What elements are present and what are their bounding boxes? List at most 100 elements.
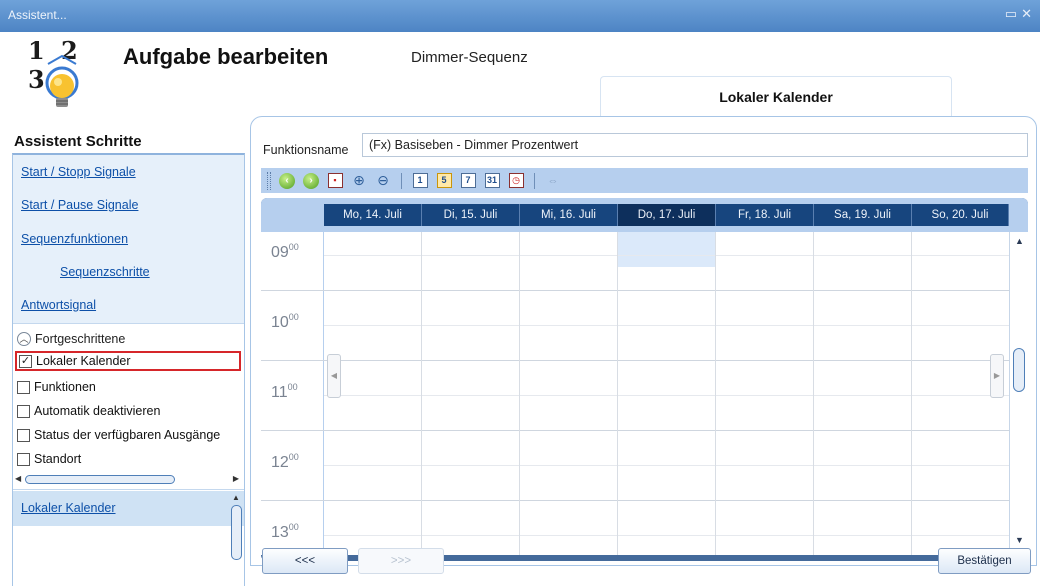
option-label: Funktionen (34, 380, 96, 394)
work-week-view-icon[interactable]: 5 (434, 171, 454, 191)
option-standort[interactable]: Standort (17, 449, 81, 469)
week-view-icon[interactable]: 7 (458, 171, 478, 191)
today-icon[interactable]: ▪ (325, 171, 345, 191)
step-antwortsignal[interactable]: Antwortsignal (21, 298, 96, 312)
sidebar-panel: Start / Stopp Signale Start / Pause Sign… (12, 153, 245, 586)
day-column-divider (813, 232, 814, 555)
day-header[interactable]: Fr, 18. Juli (716, 204, 814, 226)
window-controls: ▭✕ (1005, 6, 1036, 22)
scroll-left-icon[interactable]: ◀ (15, 474, 21, 483)
step-start-stopp[interactable]: Start / Stopp Signale (21, 165, 136, 179)
scroll-right-icon[interactable]: ▶ (233, 474, 239, 483)
timeline-view-icon[interactable]: ◷ (506, 171, 526, 191)
day-header[interactable]: Mo, 14. Juli (324, 204, 422, 226)
function-name-field[interactable] (362, 133, 1028, 157)
scroll-down-icon[interactable]: ▼ (1015, 535, 1024, 545)
hour-label: 1300 (271, 522, 299, 541)
calendar-vertical-scrollbar[interactable]: ▲ ▼ (1009, 232, 1028, 555)
scroll-thumb[interactable] (1013, 348, 1025, 392)
confirm-button[interactable]: Bestätigen (938, 548, 1031, 574)
scroll-up-icon[interactable]: ▲ (1015, 236, 1024, 246)
day-header[interactable]: Mi, 16. Juli (520, 204, 618, 226)
calendar-toolbar: ‹ › ▪ ⊕ ⊖ 1 5 7 31 ◷ ⇔ (261, 168, 1028, 193)
content-panel: Funktionsname ‹ › ▪ ⊕ ⊖ 1 5 7 31 ◷ ⇔ Mo,… (250, 116, 1037, 566)
step-sequenzschritte[interactable]: Sequenzschritte (60, 265, 150, 279)
sidebar-vertical-scrollbar[interactable]: ▲ ▼ (231, 491, 243, 586)
sidebar-title: Assistent Schritte (14, 133, 142, 150)
step-sequenzfunktionen[interactable]: Sequenzfunktionen (21, 232, 128, 246)
calendar-header: Mo, 14. Juli Di, 15. Juli Mi, 16. Juli Do, … (261, 198, 1028, 232)
scroll-up-icon[interactable]: ▲ (232, 493, 240, 502)
day-column-divider (421, 232, 422, 555)
calendar-view: Mo, 14. Juli Di, 15. Juli Mi, 16. Juli Do, … (261, 198, 1028, 561)
forward-icon[interactable]: › (301, 171, 321, 191)
scroll-thumb[interactable] (25, 475, 175, 484)
time-slot-line (324, 290, 1009, 291)
day-header[interactable]: So, 20. Juli (912, 204, 1009, 226)
day-header-row: Mo, 14. Juli Di, 15. Juli Mi, 16. Juli Do, … (324, 204, 1009, 226)
scroll-thumb[interactable] (231, 505, 242, 560)
day-header[interactable]: Di, 15. Juli (422, 204, 520, 226)
advanced-label: Fortgeschrittene (35, 332, 126, 346)
close-icon[interactable]: ✕ (1021, 6, 1036, 21)
day-column-divider (911, 232, 912, 555)
day-header[interactable]: Sa, 19. Juli (814, 204, 912, 226)
time-column: 0900 1000 1100 1200 1300 (261, 232, 324, 555)
time-slot-line (324, 500, 1009, 501)
page-subtitle: Dimmer-Sequenz (411, 49, 528, 66)
option-funktionen[interactable]: Funktionen (17, 377, 96, 397)
checkbox[interactable] (17, 404, 30, 418)
option-label: Automatik deaktivieren (34, 404, 161, 418)
advanced-header[interactable]: ︿ Fortgeschrittene (17, 330, 125, 348)
time-slot-line (324, 395, 1009, 396)
back-icon[interactable]: ‹ (277, 171, 297, 191)
step-start-pause[interactable]: Start / Pause Signale (21, 198, 138, 212)
time-slot-line (324, 535, 1009, 536)
day-header[interactable]: Do, 17. Juli (618, 204, 716, 226)
function-name-label: Funktionsname (263, 143, 349, 157)
zoom-out-icon[interactable]: ⊖ (373, 171, 393, 191)
page-title: Aufgabe bearbeiten (123, 44, 329, 69)
time-slot-line (324, 360, 1009, 361)
hour-divider (261, 430, 324, 431)
checkbox[interactable] (17, 452, 30, 466)
option-label: Status der verfügbaren Ausgänge (34, 428, 221, 442)
lightbulb-icon (45, 54, 79, 107)
time-slot-line (324, 325, 1009, 326)
checkbox[interactable] (17, 428, 30, 442)
next-appointment-icon[interactable]: ▶ (990, 354, 1004, 398)
window-titlebar: Assistent... ▭✕ (0, 0, 1040, 32)
time-slot-line (324, 465, 1009, 466)
today-slot[interactable] (618, 232, 716, 267)
next-button[interactable]: >>> (358, 548, 444, 574)
option-automatik-deaktivieren[interactable]: Automatik deaktivieren (17, 401, 160, 421)
option-label: Standort (34, 452, 82, 466)
day-column-divider (715, 232, 716, 555)
hour-divider (261, 500, 324, 501)
toolbar-grip (267, 171, 271, 190)
day-column-divider (617, 232, 618, 555)
tab-lokaler-kalender[interactable]: Lokaler Kalender (600, 76, 952, 116)
day-view-icon[interactable]: 1 (410, 171, 430, 191)
hour-divider (261, 360, 324, 361)
month-view-icon[interactable]: 31 (482, 171, 502, 191)
expand-icon[interactable]: ⇔ (543, 171, 563, 191)
maximize-icon[interactable]: ▭ (1005, 6, 1021, 21)
checkbox[interactable] (17, 380, 30, 394)
time-slot-grid[interactable] (324, 232, 1009, 555)
zoom-in-icon[interactable]: ⊕ (349, 171, 369, 191)
time-slot-line (324, 255, 1009, 256)
collapse-icon[interactable]: ︿ (17, 332, 31, 346)
calendar-body: 0900 1000 1100 1200 1300 ◀ ▶ (261, 232, 1009, 555)
horizontal-scrollbar[interactable]: ◀ ▶ (15, 474, 241, 486)
previous-appointment-icon[interactable]: ◀ (327, 354, 341, 398)
checkbox-checked[interactable]: ✓ (19, 354, 32, 368)
advanced-section: ︿ Fortgeschrittene ✓ Lokaler Kalender Fu… (13, 323, 244, 490)
back-button[interactable]: <<< (262, 548, 348, 574)
option-lokaler-kalender[interactable]: ✓ Lokaler Kalender (15, 351, 241, 371)
link-lokaler-kalender[interactable]: Lokaler Kalender (21, 501, 116, 515)
option-status-ausgaenge[interactable]: Status der verfügbaren Ausgänge (17, 425, 220, 445)
hour-label: 1100 (271, 382, 298, 401)
time-slot-line (324, 430, 1009, 431)
toolbar-separator (401, 172, 402, 189)
